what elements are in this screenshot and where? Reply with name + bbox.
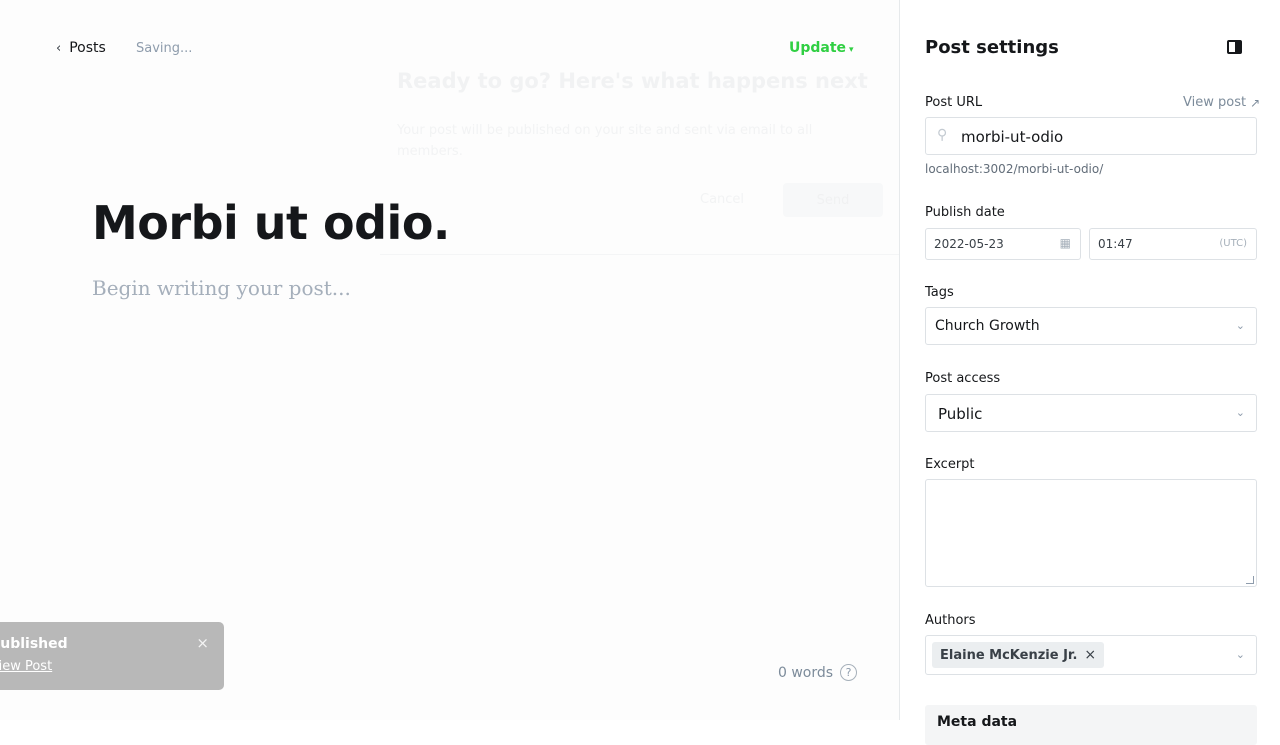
publish-time-input[interactable]: 01:47 (UTC) <box>1089 228 1257 260</box>
chevron-down-icon: ⌄ <box>1235 406 1245 419</box>
panel-title: Post settings <box>925 37 1059 58</box>
remove-author-icon[interactable]: × <box>1084 647 1096 663</box>
post-settings-panel: Post settings Post URL View post ↗ ⚲ mor… <box>899 0 1280 745</box>
author-token: Elaine McKenzie Jr. × <box>932 642 1105 668</box>
publish-date-label: Publish date <box>925 205 1005 220</box>
publish-modal-fading: Ready to go? Here's what happens next Yo… <box>380 60 899 255</box>
post-access-label: Post access <box>925 371 1001 386</box>
post-access-select[interactable]: Public ⌄ <box>925 394 1257 432</box>
chevron-down-icon: ⌄ <box>1235 648 1245 661</box>
post-url-value: morbi-ut-odio <box>961 128 1064 146</box>
chevron-down-icon: ⌄ <box>1235 319 1245 332</box>
access-value: Public <box>938 405 983 423</box>
excerpt-textarea[interactable] <box>925 479 1257 587</box>
word-count: 0 words <box>778 665 834 681</box>
update-button[interactable]: Update ▾ <box>789 40 854 56</box>
tag-value: Church Growth <box>935 318 1040 334</box>
help-icon[interactable]: ? <box>840 664 857 681</box>
time-value: 01:47 <box>1098 237 1133 251</box>
chevron-down-icon: ▾ <box>849 44 854 55</box>
modal-cancel-button: Cancel <box>700 192 745 207</box>
link-icon: ⚲ <box>937 127 948 143</box>
update-label: Update <box>789 40 847 56</box>
excerpt-label: Excerpt <box>925 457 975 472</box>
view-post-label: View post <box>1183 95 1247 110</box>
meta-data-section[interactable]: Meta data <box>925 705 1257 745</box>
editor-area: ‹ Posts Saving... Update ▾ Ready to go? … <box>0 0 899 720</box>
author-name: Elaine McKenzie Jr. <box>940 647 1078 663</box>
post-title[interactable]: Morbi ut odio. <box>92 196 450 250</box>
chevron-left-icon: ‹ <box>56 40 62 56</box>
authors-select[interactable]: Elaine McKenzie Jr. × ⌄ <box>925 635 1257 675</box>
post-url-label: Post URL <box>925 95 983 110</box>
resize-handle[interactable] <box>1246 576 1254 584</box>
save-status: Saving... <box>136 41 193 56</box>
publish-date-input[interactable]: 2022-05-23 ▦ <box>925 228 1081 260</box>
view-post-link[interactable]: View post ↗ <box>1183 95 1260 110</box>
date-value: 2022-05-23 <box>934 237 1004 251</box>
post-url-input[interactable]: ⚲ morbi-ut-odio <box>925 117 1257 155</box>
meta-data-label: Meta data <box>937 714 1018 730</box>
back-to-posts-link[interactable]: ‹ Posts <box>56 40 106 56</box>
published-notification: Published View Post × <box>0 622 224 690</box>
close-icon[interactable]: × <box>196 634 209 652</box>
external-link-icon: ↗ <box>1250 95 1261 110</box>
modal-send-button: Send <box>783 183 883 217</box>
view-post-link[interactable]: View Post <box>0 659 52 674</box>
modal-title: Ready to go? Here's what happens next <box>397 69 868 93</box>
post-body-editor[interactable]: Begin writing your post... <box>92 276 351 300</box>
sidebar-toggle-icon[interactable] <box>1227 40 1242 54</box>
post-url-preview: localhost:3002/morbi-ut-odio/ <box>925 162 1104 176</box>
modal-description: Your post will be published on your site… <box>397 123 813 159</box>
calendar-icon[interactable]: ▦ <box>1060 236 1071 250</box>
timezone-label: (UTC) <box>1219 238 1247 249</box>
authors-label: Authors <box>925 613 976 628</box>
back-label: Posts <box>69 40 106 56</box>
tags-select[interactable]: Church Growth ⌄ <box>925 307 1257 345</box>
notification-title: Published <box>0 636 68 652</box>
tags-label: Tags <box>925 285 954 300</box>
